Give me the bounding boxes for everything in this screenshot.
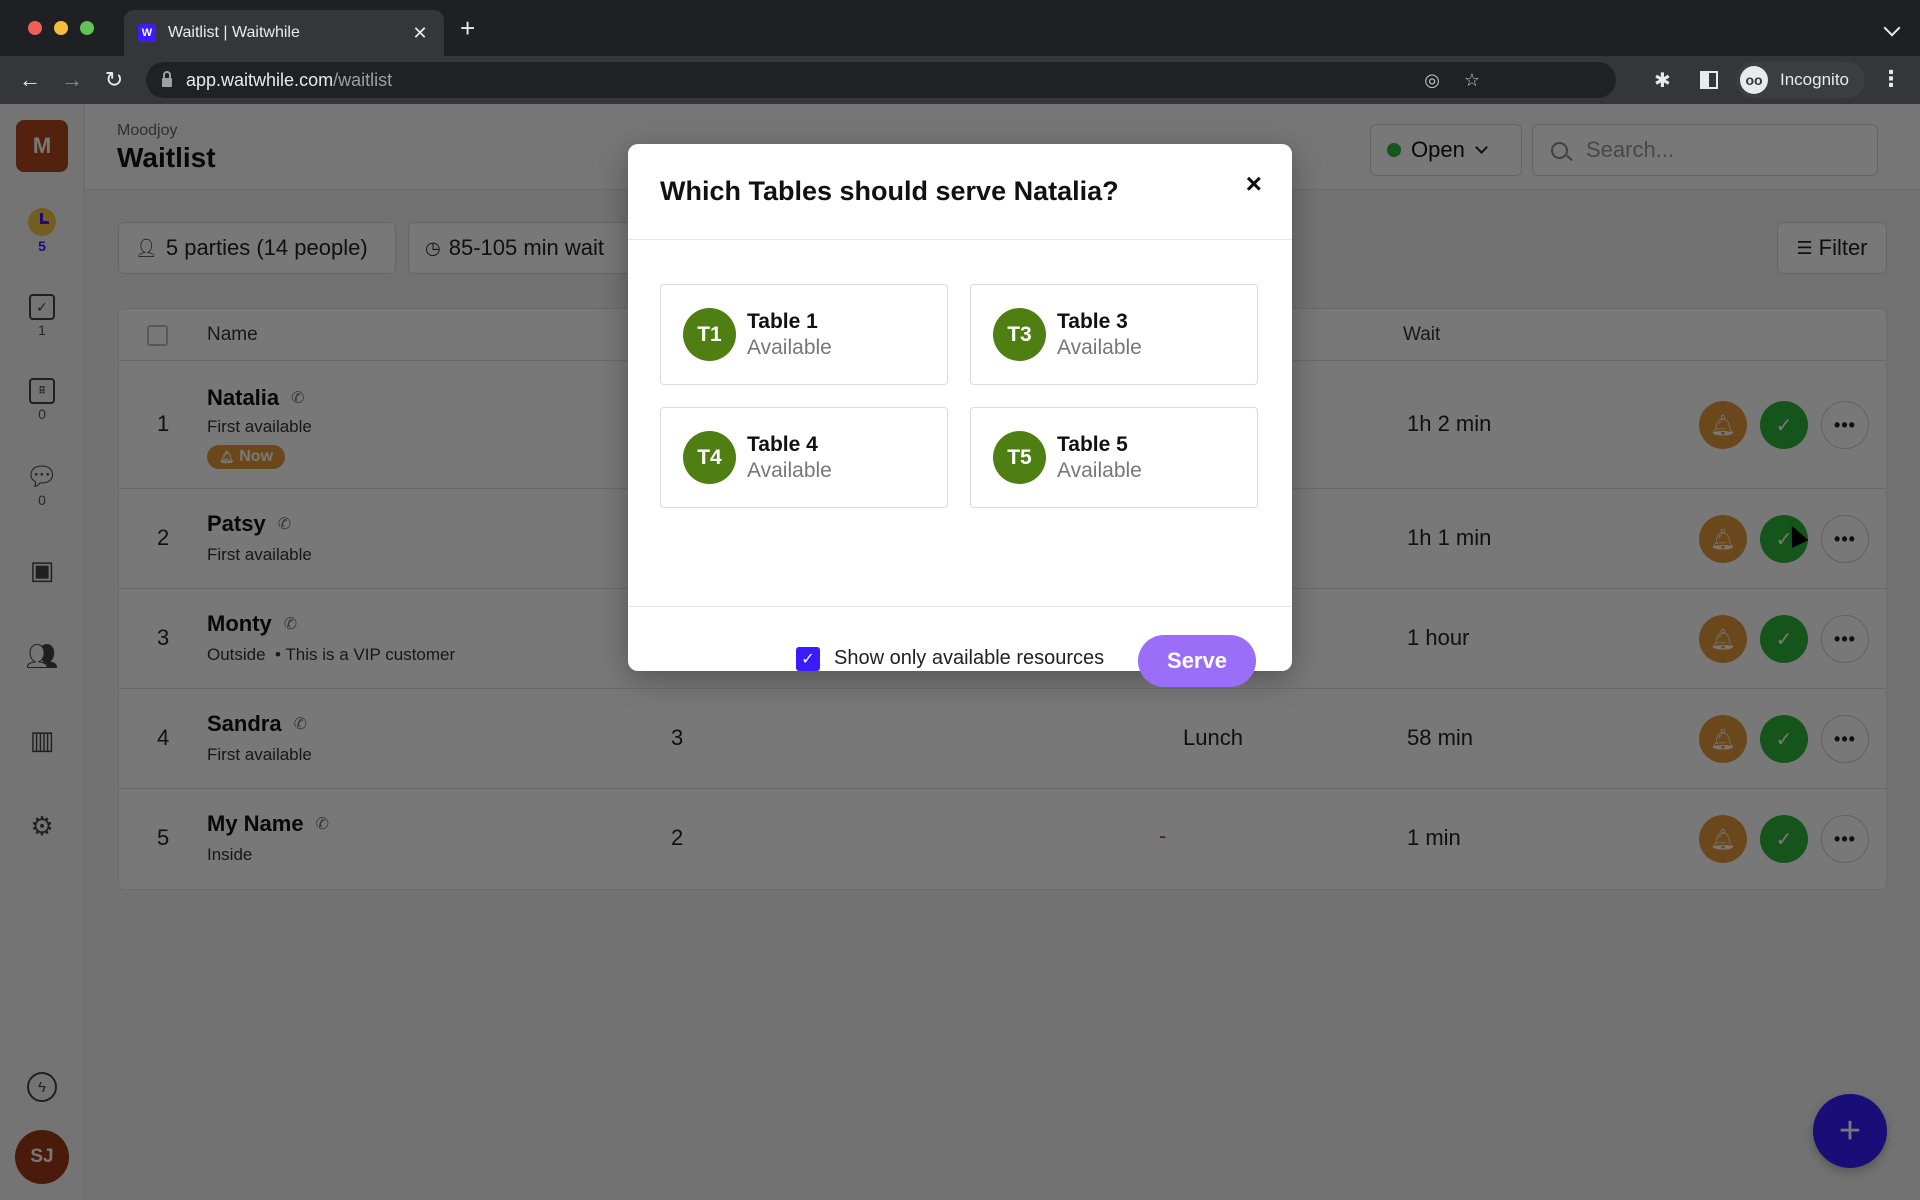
serve-resource-dialog: Which Tables should serve Natalia? × T1 … xyxy=(628,144,1292,687)
browser-tab[interactable]: W Waitlist | Waitwhile ✕ xyxy=(124,10,444,56)
new-tab-button[interactable]: + xyxy=(460,15,475,41)
incognito-profile-button[interactable]: oo Incognito xyxy=(1736,62,1865,98)
serve-confirm-button[interactable]: Serve xyxy=(1138,635,1256,687)
resource-name: Table 3 xyxy=(1057,309,1128,333)
forward-button[interactable]: → xyxy=(58,68,86,92)
puzzle-icon[interactable]: ✱ xyxy=(1654,68,1671,93)
tab-close-icon[interactable]: ✕ xyxy=(410,23,430,44)
resource-avatar: T4 xyxy=(683,431,736,484)
dialog-header: Which Tables should serve Natalia? × xyxy=(628,144,1292,240)
tab-search-chevron-icon[interactable] xyxy=(1883,19,1901,37)
resource-grid: T1 Table 1 Available T3 Table 3 Availabl… xyxy=(660,284,1260,508)
url-host: app.waitwhile.com xyxy=(186,69,334,90)
reload-button[interactable]: ↻ xyxy=(100,68,128,92)
tab-title: Waitlist | Waitwhile xyxy=(168,24,300,41)
resource-card-table-4[interactable]: T4 Table 4 Available xyxy=(660,407,948,508)
address-bar[interactable]: app.waitwhile.com/waitlist ◎ ☆ xyxy=(146,62,1616,98)
resource-name: Table 1 xyxy=(747,309,818,333)
lock-icon xyxy=(162,71,172,87)
back-button[interactable]: ← xyxy=(16,68,44,92)
app-root: M 5 ✓ 1 ⠿ 0 💬︎ 0 ▣ 👥︎ ▥ ⚙ ϟ SJ xyxy=(0,104,1920,1200)
window-close-button[interactable] xyxy=(28,21,42,35)
resource-avatar: T3 xyxy=(993,308,1046,361)
incognito-icon: oo xyxy=(1740,66,1768,94)
resource-name: Table 5 xyxy=(1057,432,1128,456)
eye-off-icon[interactable]: ◎ xyxy=(1424,70,1440,91)
resource-name: Table 4 xyxy=(747,432,818,456)
window-minimize-button[interactable] xyxy=(54,21,68,35)
kebab-menu-icon[interactable]: ⋮ xyxy=(1880,66,1902,92)
close-icon[interactable]: × xyxy=(1246,170,1262,198)
browser-toolbar: ← → ↻ app.waitwhile.com/waitlist ◎ ☆ ✱ o… xyxy=(0,56,1920,104)
resource-avatar: T1 xyxy=(683,308,736,361)
show-available-label[interactable]: Show only available resources xyxy=(834,647,1104,670)
check-icon: ✓ xyxy=(801,651,815,668)
resource-card-table-3[interactable]: T3 Table 3 Available xyxy=(970,284,1258,385)
dialog-footer: ✓ Show only available resources Serve xyxy=(628,606,1292,711)
resource-avatar: T5 xyxy=(993,431,1046,484)
side-panel-icon[interactable] xyxy=(1700,71,1718,89)
resource-card-table-1[interactable]: T1 Table 1 Available xyxy=(660,284,948,385)
resource-status: Available xyxy=(1057,335,1142,359)
incognito-label: Incognito xyxy=(1780,70,1849,89)
show-available-checkbox[interactable]: ✓ xyxy=(796,647,820,671)
resource-status: Available xyxy=(1057,458,1142,482)
resource-status: Available xyxy=(747,335,832,359)
url-path: /waitlist xyxy=(333,69,393,90)
star-icon[interactable]: ☆ xyxy=(1464,70,1480,91)
dialog-title: Which Tables should serve Natalia? xyxy=(660,176,1119,206)
browser-tab-bar: W Waitlist | Waitwhile ✕ + xyxy=(0,0,1920,56)
resource-card-table-5[interactable]: T5 Table 5 Available xyxy=(970,407,1258,508)
waitwhile-favicon-icon: W xyxy=(138,24,156,42)
window-zoom-button[interactable] xyxy=(80,21,94,35)
resource-status: Available xyxy=(747,458,832,482)
